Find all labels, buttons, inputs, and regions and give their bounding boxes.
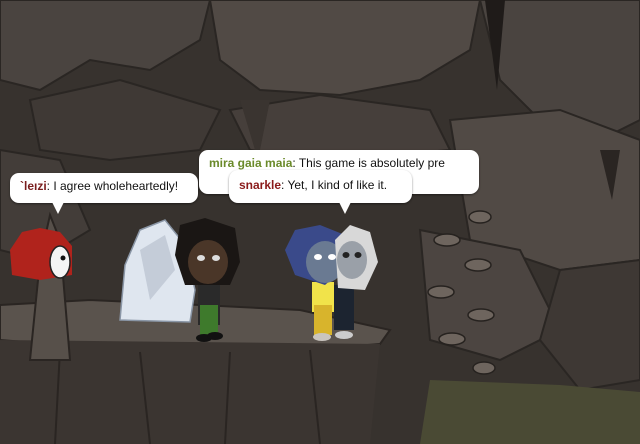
speaker-name: `leızi (20, 179, 47, 193)
bubble-tail (339, 202, 351, 214)
bubble-tail (52, 202, 64, 214)
chat-message: I agree wholeheartedly! (53, 179, 179, 193)
game-scene[interactable] (0, 0, 640, 444)
mossy-ground (420, 380, 640, 444)
chat-bubble-snarkle: snarkle: Yet, I kind of like it. (229, 170, 412, 214)
speaker-name: snarkle (239, 178, 282, 192)
chat-message: Yet, I kind of like it. (287, 178, 388, 192)
speaker-name: mira gaia maia (209, 156, 293, 170)
chat-bubble-leizi: `leızi: I agree wholeheartedly! (10, 173, 198, 214)
chat-message: This game is absolutely pre (298, 156, 445, 170)
